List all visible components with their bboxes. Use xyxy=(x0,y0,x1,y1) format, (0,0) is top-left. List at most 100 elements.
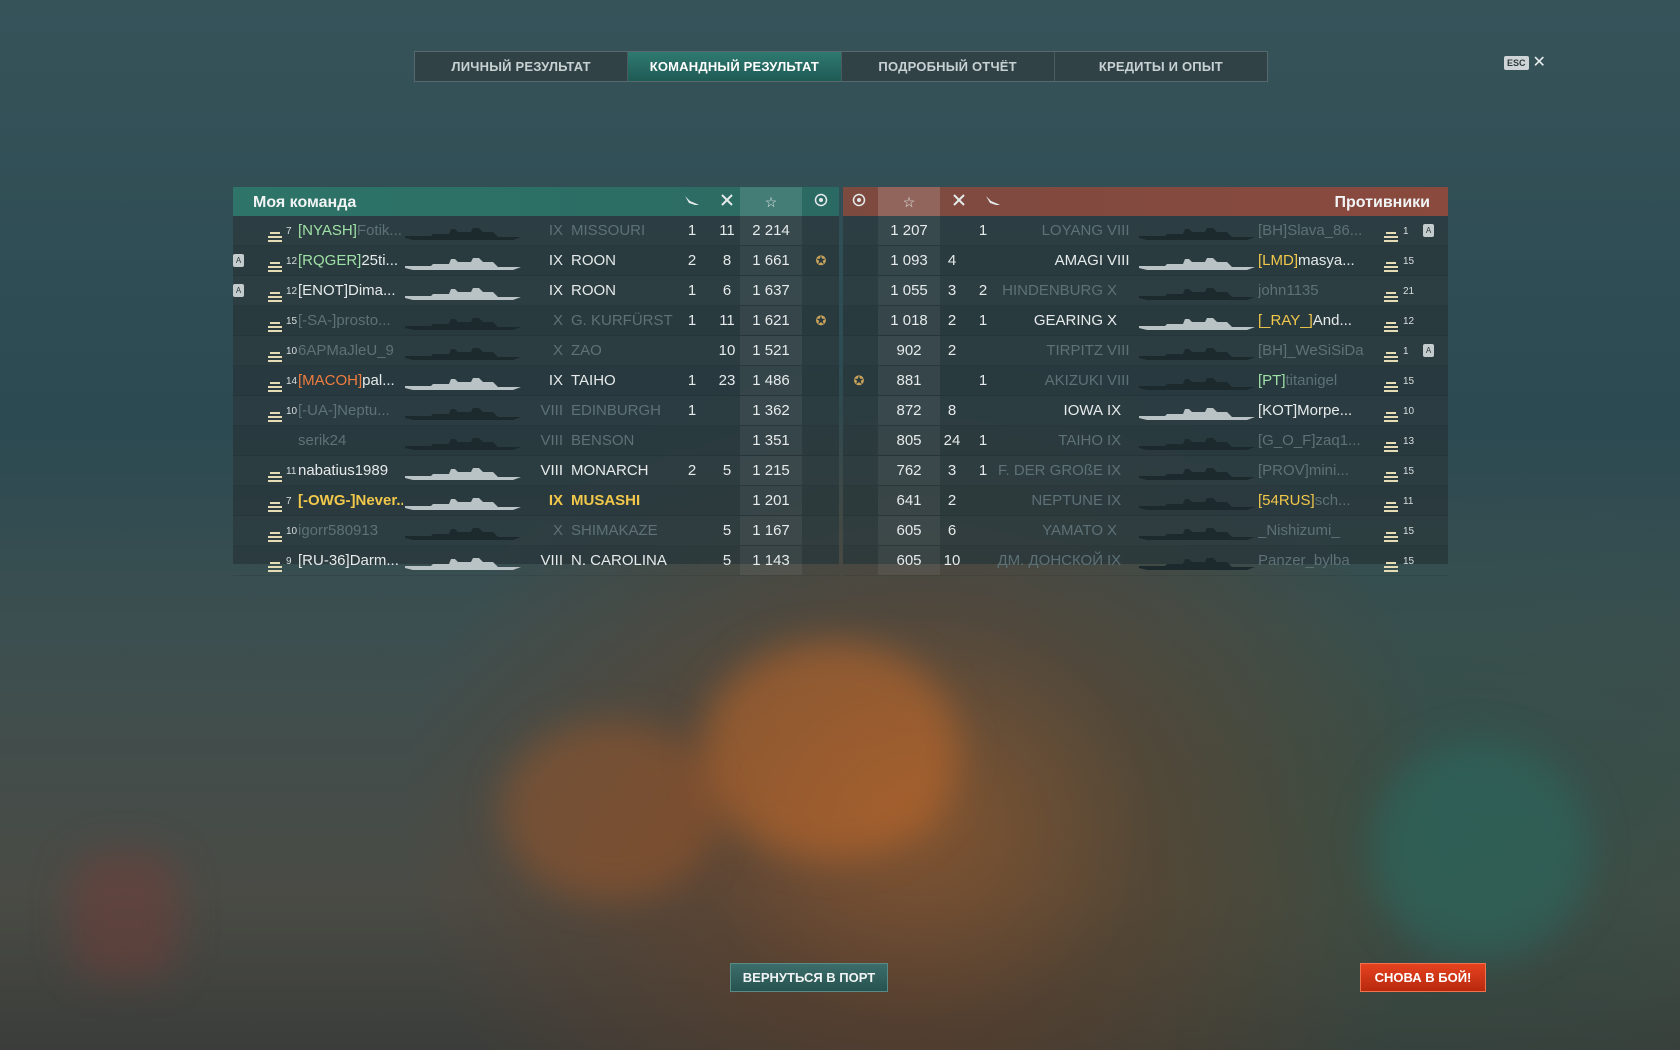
player-row[interactable]: serik24 VIII BENSON 1 351 xyxy=(233,426,839,456)
nickname: 6APMaJleU_9 xyxy=(298,342,394,359)
ship-tier: VIII xyxy=(540,552,563,569)
player-row[interactable]: 15 [PROV]mini... IX F. DER GROßE 1 3 762 xyxy=(843,456,1448,486)
player-name[interactable]: [-OWG-]Never... xyxy=(298,486,403,515)
base-xp: 1 521 xyxy=(740,336,802,365)
achievement-icon[interactable] xyxy=(849,192,869,212)
my-team-panel: Моя команда ☆ 7 [NYASH]Fotik... IX MISSOURI… xyxy=(233,187,839,576)
player-row[interactable]: A 12 [ENOT]Dima... IX ROON 1 6 1 637 xyxy=(233,276,839,306)
nickname: prosto... xyxy=(336,312,391,329)
ship-name: AKIZUKI xyxy=(1044,372,1103,389)
close-control[interactable]: ESC ✕ xyxy=(1504,55,1546,71)
close-icon[interactable]: ✕ xyxy=(1533,55,1546,71)
star-icon[interactable]: ☆ xyxy=(761,192,781,212)
tab-credits-xp[interactable]: КРЕДИТЫ И ОПЫТ xyxy=(1055,52,1267,81)
player-name[interactable]: [PROV]mini... xyxy=(1258,456,1366,485)
player-row[interactable]: 11 nabatius1989 VIII MONARCH 2 5 1 215 xyxy=(233,456,839,486)
ships-destroyed: 5 xyxy=(722,522,732,539)
ship-silhouette-icon xyxy=(403,283,523,300)
player-row[interactable]: 15 _Nishizumi_ X YAMATO 6 605 xyxy=(843,516,1448,546)
player-name[interactable]: [PT]titanigel xyxy=(1258,366,1366,395)
achievement-icon xyxy=(811,426,831,455)
player-row[interactable]: 10 [-UA-]Neptu... VIII EDINBURGH 1 1 362 xyxy=(233,396,839,426)
nickname: _Nishizumi_ xyxy=(1258,522,1340,539)
player-name[interactable]: [BH]Slava_86... xyxy=(1258,216,1366,245)
ship-tier: VIII xyxy=(540,432,563,449)
ships-destroyed xyxy=(939,216,965,245)
rank-chevrons-icon xyxy=(267,553,283,572)
player-name[interactable]: [KOT]Morpe... xyxy=(1258,396,1366,425)
player-row[interactable]: 7 [NYASH]Fotik... IX MISSOURI 1 11 2 214 xyxy=(233,216,839,246)
ship-name: G. KURFÜRST xyxy=(571,312,673,329)
player-row[interactable]: 12 [_RAY_]And... X GEARING 1 2 1 018 xyxy=(843,306,1448,336)
player-row[interactable]: 10 [KOT]Morpe... IX IOWA 8 872 xyxy=(843,396,1448,426)
player-row[interactable]: A 12 [RQGER]25ti... IX ROON 2 8 1 661 ✪ xyxy=(233,246,839,276)
achievement-icon xyxy=(849,396,869,425)
player-row[interactable]: 15 Panzer_bylba IX ДМ. ДОНСКОЙ 10 605 xyxy=(843,546,1448,576)
player-name[interactable]: [NYASH]Fotik... xyxy=(298,216,403,245)
player-name[interactable]: [G_O_F]zaq1... xyxy=(1258,426,1366,455)
player-row[interactable]: 10 igorr580913 X SHIMAKAZE 5 1 167 xyxy=(233,516,839,546)
crossed-swords-icon[interactable] xyxy=(717,192,737,212)
player-row[interactable]: A 1 [BH]_WeSiSiDa VIII TIRPITZ 2 902 xyxy=(843,336,1448,366)
ships-destroyed: 5 xyxy=(722,462,732,479)
player-row[interactable]: 14 [MACOH]pal... IX TAIHO 1 23 1 486 xyxy=(233,366,839,396)
player-name[interactable]: _Nishizumi_ xyxy=(1258,516,1366,545)
player-name[interactable]: serik24 xyxy=(298,426,403,455)
player-name[interactable]: [-UA-]Neptu... xyxy=(298,396,403,425)
star-icon[interactable]: ☆ xyxy=(899,192,919,212)
plane-icon[interactable] xyxy=(682,192,702,212)
tab-team-result[interactable]: КОМАНДНЫЙ РЕЗУЛЬТАТ xyxy=(628,52,842,81)
return-to-port-button[interactable]: ВЕРНУТЬСЯ В ПОРТ xyxy=(730,963,888,992)
player-row[interactable]: 15 [-SA-]prosto... X G. KURFÜRST 1 11 1 621 ✪ xyxy=(233,306,839,336)
ship-name: IOWA xyxy=(1063,402,1103,419)
ships-destroyed: 24 xyxy=(943,432,961,449)
battle-again-button[interactable]: СНОВА В БОЙ! xyxy=(1360,963,1486,992)
ship-silhouette-icon xyxy=(403,373,523,390)
player-row[interactable]: 15 [LMD]masya... VIII AMAGI 4 1 093 xyxy=(843,246,1448,276)
achievement-icon xyxy=(849,216,869,245)
crossed-swords-icon[interactable] xyxy=(949,192,969,212)
division-badge: A xyxy=(1423,344,1434,357)
player-name[interactable]: [RQGER]25ti... xyxy=(298,246,403,275)
nickname: Fotik... xyxy=(356,222,402,239)
player-name[interactable]: [ENOT]Dima... xyxy=(298,276,403,305)
player-name[interactable]: nabatius1989 xyxy=(298,456,403,485)
player-name[interactable]: igorr580913 xyxy=(298,516,403,545)
player-row[interactable]: A 1 [BH]Slava_86... VIII LOYANG 1 1 207 xyxy=(843,216,1448,246)
player-row[interactable]: 11 [54RUS]sch... IX NEPTUNE 2 641 xyxy=(843,486,1448,516)
plane-icon[interactable] xyxy=(983,192,1003,212)
tab-detailed-report[interactable]: ПОДРОБНЫЙ ОТЧЁТ xyxy=(842,52,1055,81)
player-name[interactable]: [LMD]masya... xyxy=(1258,246,1366,275)
achievement-icon xyxy=(849,456,869,485)
rank-chevrons-icon xyxy=(1383,253,1399,272)
player-name[interactable]: [BH]_WeSiSiDa xyxy=(1258,336,1366,365)
player-row[interactable]: 13 [G_O_F]zaq1... IX TAIHO 1 24 805 xyxy=(843,426,1448,456)
player-name[interactable]: [MACOH]pal... xyxy=(298,366,403,395)
ship-name: ROON xyxy=(571,252,616,269)
player-name[interactable]: [54RUS]sch... xyxy=(1258,486,1366,515)
player-name[interactable]: [RU-36]Darm... xyxy=(298,546,403,575)
player-name[interactable]: Panzer_bylba xyxy=(1258,546,1366,575)
player-row[interactable]: 21 john1135 X HINDENBURG 2 3 1 055 xyxy=(843,276,1448,306)
planes-shot-down: 1 xyxy=(687,222,697,239)
player-row[interactable]: 10 6APMaJleU_9 X ZAO 10 1 521 xyxy=(233,336,839,366)
base-xp: 1 018 xyxy=(878,306,940,335)
player-row[interactable]: 9 [RU-36]Darm... VIII N. CAROLINA 5 1 143 xyxy=(233,546,839,576)
player-level: 15 xyxy=(1403,256,1415,267)
ship-name: EDINBURGH xyxy=(571,402,662,419)
clan-tag: [G_O_F] xyxy=(1258,432,1316,449)
tab-personal-result[interactable]: ЛИЧНЫЙ РЕЗУЛЬТАТ xyxy=(415,52,629,81)
planes-shot-down xyxy=(973,396,993,425)
player-name[interactable]: john1135 xyxy=(1258,276,1366,305)
nickname: Dima... xyxy=(348,282,396,299)
ships-destroyed: 5 xyxy=(722,552,732,569)
achievement-icon[interactable] xyxy=(811,192,831,212)
player-name[interactable]: [_RAY_]And... xyxy=(1258,306,1366,335)
player-row[interactable]: 7 [-OWG-]Never... IX MUSASHI 1 201 xyxy=(233,486,839,516)
base-xp: 605 xyxy=(878,516,940,545)
player-name[interactable]: 6APMaJleU_9 xyxy=(298,336,403,365)
ships-destroyed: 11 xyxy=(719,312,735,329)
player-name[interactable]: [-SA-]prosto... xyxy=(298,306,403,335)
ship-silhouette-icon xyxy=(1137,403,1257,420)
player-row[interactable]: 15 [PT]titanigel VIII AKIZUKI 1 881 ✪ xyxy=(843,366,1448,396)
